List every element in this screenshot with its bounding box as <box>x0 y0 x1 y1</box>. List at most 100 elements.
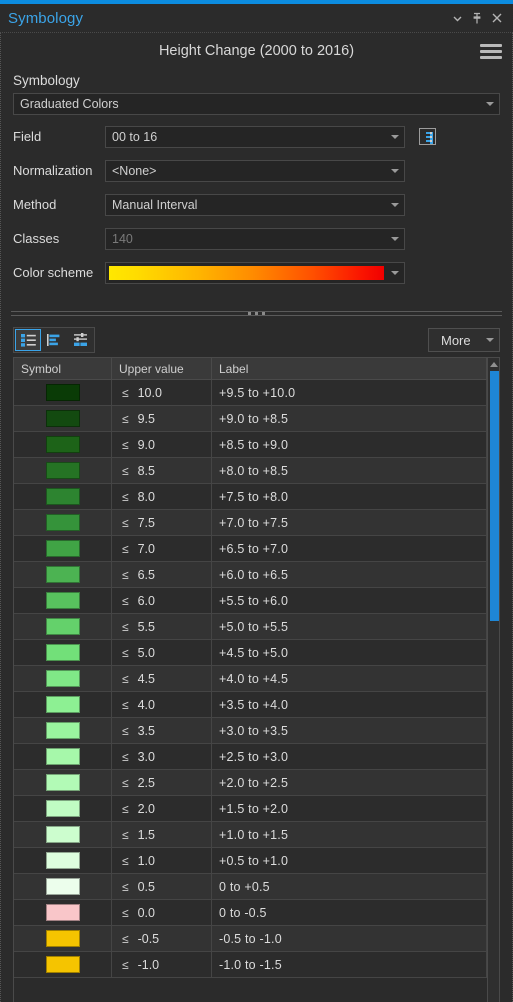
cell-symbol[interactable] <box>14 770 112 795</box>
table-row[interactable]: ≤6.0 +5.5 to +6.0 <box>14 588 487 614</box>
panel-splitter[interactable] <box>11 303 502 323</box>
symbol-swatch[interactable] <box>45 592 80 609</box>
cell-symbol[interactable] <box>14 614 112 639</box>
cell-symbol[interactable] <box>14 640 112 665</box>
symbology-type-dropdown[interactable]: Graduated Colors <box>13 93 500 115</box>
cell-label[interactable]: +2.0 to +2.5 <box>212 770 487 795</box>
table-row[interactable]: ≤0.0 0 to -0.5 <box>14 900 487 926</box>
cell-upper-value[interactable]: ≤8.0 <box>112 484 212 509</box>
field-list-icon[interactable] <box>418 128 436 145</box>
symbol-swatch[interactable] <box>45 618 80 635</box>
close-icon[interactable] <box>487 7 507 29</box>
symbol-swatch[interactable] <box>45 722 80 739</box>
cell-symbol[interactable] <box>14 588 112 613</box>
cell-label[interactable]: +9.0 to +8.5 <box>212 406 487 431</box>
cell-upper-value[interactable]: ≤9.5 <box>112 406 212 431</box>
cell-symbol[interactable] <box>14 926 112 951</box>
table-vertical-scrollbar[interactable] <box>487 357 500 1002</box>
symbol-swatch[interactable] <box>45 800 80 817</box>
cell-upper-value[interactable]: ≤4.0 <box>112 692 212 717</box>
column-header-symbol[interactable]: Symbol <box>14 358 112 379</box>
cell-symbol[interactable] <box>14 718 112 743</box>
cell-label[interactable]: +5.5 to +6.0 <box>212 588 487 613</box>
cell-upper-value[interactable]: ≤ -1.0 <box>112 952 212 977</box>
table-row[interactable]: ≤5.5 +5.0 to +5.5 <box>14 614 487 640</box>
cell-label[interactable]: +8.5 to +9.0 <box>212 432 487 457</box>
table-row[interactable]: ≤2.0 +1.5 to +2.0 <box>14 796 487 822</box>
symbol-swatch[interactable] <box>45 748 80 765</box>
cell-label[interactable]: +7.5 to +8.0 <box>212 484 487 509</box>
cell-symbol[interactable] <box>14 900 112 925</box>
cell-symbol[interactable] <box>14 406 112 431</box>
list-view-icon[interactable] <box>15 329 41 351</box>
table-row[interactable]: ≤9.0 +8.5 to +9.0 <box>14 432 487 458</box>
symbol-swatch[interactable] <box>45 774 80 791</box>
cell-upper-value[interactable]: ≤1.0 <box>112 848 212 873</box>
table-row[interactable]: ≤0.5 0 to +0.5 <box>14 874 487 900</box>
classes-dropdown[interactable]: 140 <box>105 227 405 250</box>
slider-view-icon[interactable] <box>67 329 93 351</box>
table-row[interactable]: ≤10.0 +9.5 to +10.0 <box>14 380 487 406</box>
cell-label[interactable]: +1.0 to +1.5 <box>212 822 487 847</box>
table-row[interactable]: ≤ -0.5 -0.5 to -1.0 <box>14 926 487 952</box>
chevron-down-icon[interactable] <box>447 7 467 29</box>
table-row[interactable]: ≤3.0 +2.5 to +3.0 <box>14 744 487 770</box>
symbol-swatch[interactable] <box>45 904 80 921</box>
cell-label[interactable]: 0 to -0.5 <box>212 900 487 925</box>
cell-label[interactable]: +7.0 to +7.5 <box>212 510 487 535</box>
cell-symbol[interactable] <box>14 848 112 873</box>
cell-upper-value[interactable]: ≤2.0 <box>112 796 212 821</box>
cell-upper-value[interactable]: ≤2.5 <box>112 770 212 795</box>
cell-label[interactable]: 0 to +0.5 <box>212 874 487 899</box>
histogram-view-icon[interactable] <box>41 329 67 351</box>
cell-label[interactable]: +6.5 to +7.0 <box>212 536 487 561</box>
symbol-swatch[interactable] <box>45 852 80 869</box>
cell-label[interactable]: +9.5 to +10.0 <box>212 380 487 405</box>
cell-symbol[interactable] <box>14 562 112 587</box>
cell-upper-value[interactable]: ≤1.5 <box>112 822 212 847</box>
method-dropdown[interactable]: Manual Interval <box>105 193 405 216</box>
cell-label[interactable]: +8.0 to +8.5 <box>212 458 487 483</box>
symbol-swatch[interactable] <box>45 488 80 505</box>
cell-symbol[interactable] <box>14 484 112 509</box>
cell-label[interactable]: +0.5 to +1.0 <box>212 848 487 873</box>
cell-symbol[interactable] <box>14 510 112 535</box>
symbol-swatch[interactable] <box>45 826 80 843</box>
cell-label[interactable]: +4.0 to +4.5 <box>212 666 487 691</box>
cell-upper-value[interactable]: ≤3.5 <box>112 718 212 743</box>
table-row[interactable]: ≤8.5 +8.0 to +8.5 <box>14 458 487 484</box>
symbol-swatch[interactable] <box>45 878 80 895</box>
symbol-swatch[interactable] <box>45 670 80 687</box>
symbol-swatch[interactable] <box>45 644 80 661</box>
table-row[interactable]: ≤3.5 +3.0 to +3.5 <box>14 718 487 744</box>
cell-symbol[interactable] <box>14 458 112 483</box>
cell-label[interactable]: +6.0 to +6.5 <box>212 562 487 587</box>
cell-symbol[interactable] <box>14 666 112 691</box>
normalization-dropdown[interactable]: <None> <box>105 159 405 182</box>
symbol-swatch[interactable] <box>45 956 80 973</box>
table-row[interactable]: ≤5.0 +4.5 to +5.0 <box>14 640 487 666</box>
symbol-swatch[interactable] <box>45 514 80 531</box>
cell-label[interactable]: +1.5 to +2.0 <box>212 796 487 821</box>
table-row[interactable]: ≤9.5 +9.0 to +8.5 <box>14 406 487 432</box>
cell-upper-value[interactable]: ≤5.0 <box>112 640 212 665</box>
cell-symbol[interactable] <box>14 744 112 769</box>
table-row[interactable]: ≤1.0 +0.5 to +1.0 <box>14 848 487 874</box>
column-header-upper-value[interactable]: Upper value <box>112 358 212 379</box>
cell-upper-value[interactable]: ≤ -0.5 <box>112 926 212 951</box>
scrollbar-thumb[interactable] <box>490 371 499 621</box>
cell-label[interactable]: +3.5 to +4.0 <box>212 692 487 717</box>
table-row[interactable]: ≤4.0 +3.5 to +4.0 <box>14 692 487 718</box>
table-row[interactable]: ≤4.5 +4.0 to +4.5 <box>14 666 487 692</box>
table-row[interactable]: ≤7.5 +7.0 to +7.5 <box>14 510 487 536</box>
table-row[interactable]: ≤6.5 +6.0 to +6.5 <box>14 562 487 588</box>
cell-upper-value[interactable]: ≤8.5 <box>112 458 212 483</box>
cell-upper-value[interactable]: ≤6.0 <box>112 588 212 613</box>
column-header-label[interactable]: Label <box>212 358 487 379</box>
scroll-up-arrow-icon[interactable] <box>489 362 498 367</box>
cell-upper-value[interactable]: ≤0.0 <box>112 900 212 925</box>
cell-upper-value[interactable]: ≤9.0 <box>112 432 212 457</box>
cell-symbol[interactable] <box>14 536 112 561</box>
cell-upper-value[interactable]: ≤7.5 <box>112 510 212 535</box>
cell-label[interactable]: +3.0 to +3.5 <box>212 718 487 743</box>
